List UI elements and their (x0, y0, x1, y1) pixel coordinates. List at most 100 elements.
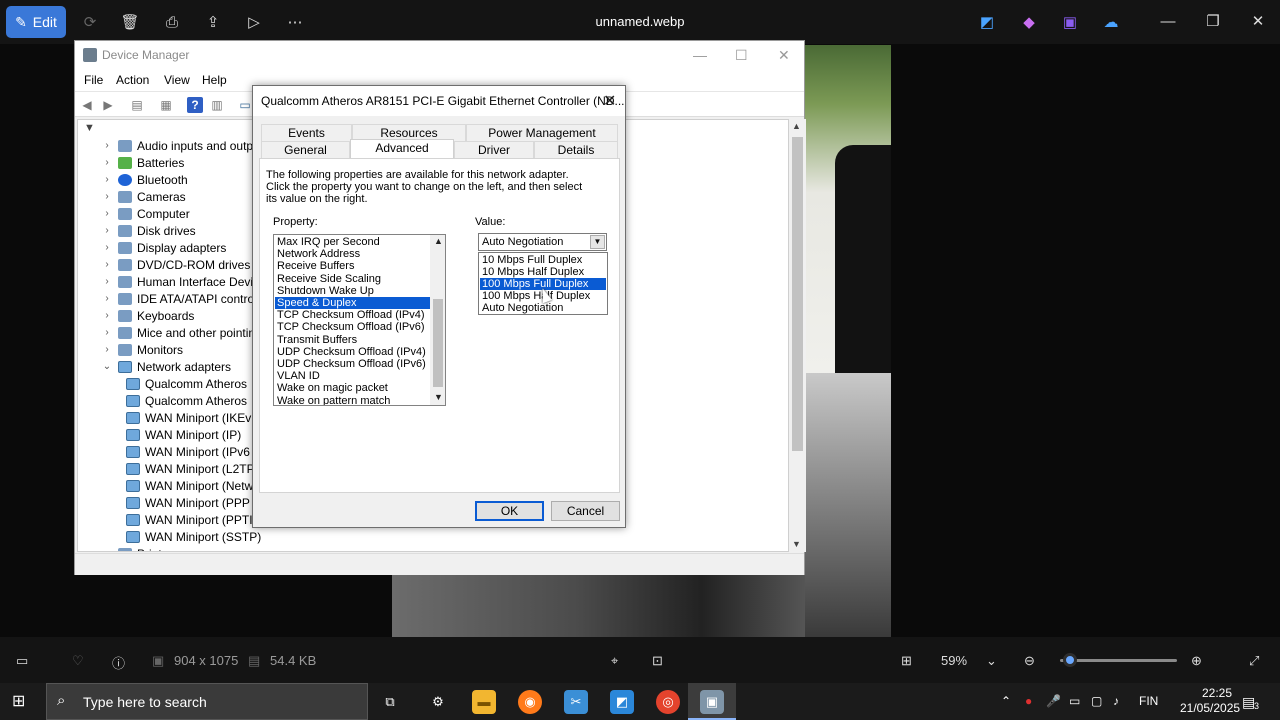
tree-item[interactable]: WAN Miniport (Netw (122, 477, 253, 494)
menu-action[interactable]: Action (116, 73, 149, 87)
tree-item[interactable]: › Human Interface Device (100, 273, 265, 290)
property-item[interactable]: Speed & Duplex (275, 297, 430, 309)
back-icon[interactable]: ◀ (79, 97, 95, 113)
tree-item[interactable]: WAN Miniport (L2TP (122, 460, 255, 477)
property-list-scrollbar[interactable]: ▲ ▼ (430, 235, 445, 405)
cancel-button[interactable]: Cancel (551, 501, 620, 521)
slideshow-icon[interactable]: ▷ (244, 12, 264, 32)
tab-driver[interactable]: Driver (454, 141, 534, 159)
copilot-icon[interactable]: ◆ (1019, 12, 1039, 32)
value-option[interactable]: 10 Mbps Full Duplex (480, 254, 606, 266)
edit-button[interactable]: ✎ Edit (6, 6, 66, 38)
tree-item[interactable]: WAN Miniport (IP) (122, 426, 241, 443)
filmstrip-icon[interactable]: ▭ (16, 653, 28, 669)
property-item[interactable]: Receive Side Scaling (275, 273, 430, 285)
chevron-right-icon[interactable]: › (100, 548, 114, 551)
scroll-thumb[interactable] (792, 137, 803, 451)
help-icon[interactable]: ? (187, 97, 203, 113)
value-options-list[interactable]: 10 Mbps Full Duplex 10 Mbps Half Duplex 10… (478, 252, 608, 315)
monitor-icon[interactable]: ▭ (237, 97, 253, 113)
tree-item[interactable]: ⌄ Network adapters (100, 358, 231, 375)
designer-icon[interactable]: ◩ (977, 12, 997, 32)
dialog-close-icon[interactable]: ✕ (603, 91, 616, 111)
tree-item[interactable]: › Bluetooth (100, 171, 187, 188)
close-icon[interactable]: ✕ (1248, 12, 1268, 32)
value-option[interactable]: Auto Negotiation (480, 302, 606, 314)
tree-item[interactable]: › DVD/CD-ROM drives (100, 256, 250, 273)
list-scroll-up-icon[interactable]: ▲ (434, 236, 443, 246)
property-item[interactable]: Max IRQ per Second (275, 236, 430, 248)
network-icon[interactable]: ▢ (1091, 694, 1102, 708)
tray-overflow-icon[interactable]: ⌃ (1001, 694, 1011, 708)
tree-item[interactable]: WAN Miniport (PPTI (122, 511, 253, 528)
value-dropdown[interactable]: Auto Negotiation ▼ (478, 233, 607, 251)
property-item[interactable]: UDP Checksum Offload (IPv6) (275, 358, 430, 370)
tree-item[interactable]: › Monitors (100, 341, 183, 358)
property-item[interactable]: Receive Buffers (275, 260, 430, 272)
file-explorer-icon[interactable]: ▬ (472, 690, 496, 714)
tree-item[interactable]: › IDE ATA/ATAPI controlle (100, 290, 266, 307)
visual-search-icon[interactable]: ⌖ (611, 653, 618, 669)
tab-power-management[interactable]: Power Management (466, 124, 618, 142)
chevron-right-icon[interactable]: › (100, 310, 114, 321)
zoom-in-icon[interactable]: ⊕ (1191, 653, 1202, 669)
info-icon[interactable]: ⓘ (112, 653, 125, 672)
property-item[interactable]: Wake on pattern match (275, 395, 430, 405)
tree-item[interactable]: › Audio inputs and outpu (100, 137, 259, 154)
tab-events[interactable]: Events (261, 124, 352, 142)
tree-item[interactable]: Qualcomm Atheros (122, 392, 247, 409)
battery-icon[interactable]: ▭ (1069, 694, 1080, 708)
tree-item[interactable]: Qualcomm Atheros (122, 375, 247, 392)
chevron-right-icon[interactable]: › (100, 225, 114, 236)
language-indicator[interactable]: FIN (1139, 694, 1158, 708)
chevron-right-icon[interactable]: › (100, 208, 114, 219)
update-icon[interactable]: ▦ (158, 97, 174, 113)
tree-item[interactable]: WAN Miniport (IPv6 (122, 443, 250, 460)
chevron-right-icon[interactable]: › (100, 174, 114, 185)
zoom-slider[interactable] (1060, 659, 1177, 662)
menu-file[interactable]: File (84, 73, 103, 87)
settings-icon[interactable]: ⚙ (426, 690, 450, 714)
property-item[interactable]: Network Address (275, 248, 430, 260)
chevron-right-icon[interactable]: › (100, 344, 114, 355)
chevron-right-icon[interactable]: › (100, 276, 114, 287)
rotate-icon[interactable]: ⟳ (80, 12, 100, 32)
zoom-dropdown-icon[interactable]: ⌄ (986, 653, 997, 669)
chevron-right-icon[interactable]: › (100, 191, 114, 202)
property-item[interactable]: Shutdown Wake Up (275, 285, 430, 297)
list-scroll-thumb[interactable] (433, 299, 443, 387)
property-item[interactable]: Wake on magic packet (275, 382, 430, 394)
dm-maximize-icon[interactable]: ☐ (735, 47, 748, 64)
dropdown-arrow-icon[interactable]: ▼ (590, 235, 605, 249)
favorite-icon[interactable]: ♡ (72, 653, 84, 669)
minimize-icon[interactable]: — (1158, 12, 1178, 32)
zoom-level[interactable]: 59% (941, 653, 967, 668)
start-windows-icon[interactable]: ⊞ (12, 693, 30, 711)
menu-help[interactable]: Help (202, 73, 227, 87)
properties-icon[interactable]: ▤ (129, 97, 145, 113)
tree-item[interactable]: › Print queues (100, 545, 204, 551)
onedrive-icon[interactable]: ☁ (1101, 12, 1121, 32)
property-item[interactable]: TCP Checksum Offload (IPv4) (275, 309, 430, 321)
restore-icon[interactable]: ❐ (1203, 12, 1223, 32)
tab-general[interactable]: General (261, 141, 350, 159)
zoom-out-icon[interactable]: ⊖ (1024, 653, 1035, 669)
tree-item[interactable]: › Cameras (100, 188, 185, 205)
chevron-right-icon[interactable]: › (100, 327, 114, 338)
taskbar-search-box[interactable]: ⌕ Type here to search (46, 683, 368, 720)
text-scan-icon[interactable]: ⊡ (652, 653, 663, 669)
tree-item[interactable]: › Display adapters (100, 239, 226, 256)
chevron-right-icon[interactable]: › (100, 157, 114, 168)
dm-minimize-icon[interactable]: — (693, 47, 707, 63)
tree-item[interactable]: WAN Miniport (PPP (122, 494, 250, 511)
list-scroll-down-icon[interactable]: ▼ (434, 392, 443, 402)
property-item[interactable]: Transmit Buffers (275, 334, 430, 346)
print-icon[interactable]: ⎙ (162, 12, 182, 32)
chevron-right-icon[interactable]: › (100, 140, 114, 151)
tree-item[interactable]: WAN Miniport (SSTP) (122, 528, 261, 545)
property-listbox[interactable]: Wake on pattern match Wake on magic packe… (273, 234, 446, 406)
photos-app-icon[interactable]: ◩ (610, 690, 634, 714)
task-view-icon[interactable]: ⧉ (378, 690, 402, 714)
chevron-right-icon[interactable]: › (100, 259, 114, 270)
tab-advanced[interactable]: Advanced (350, 139, 454, 159)
